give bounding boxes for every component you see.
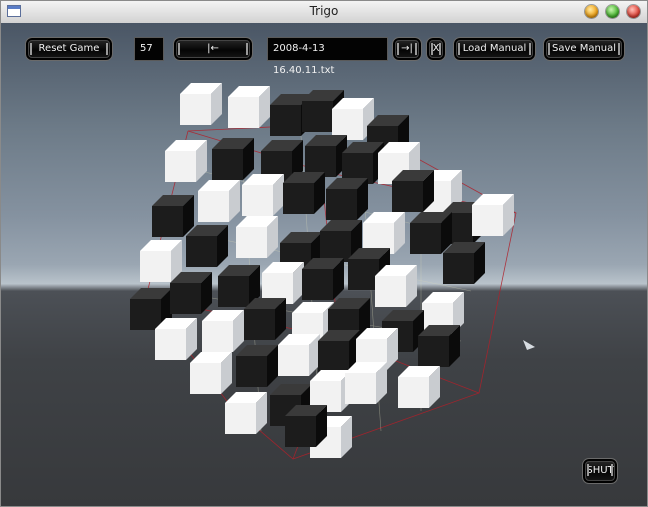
title-bar[interactable]: Trigo	[1, 1, 647, 24]
jump-end-button[interactable]: →|	[392, 37, 422, 61]
white-stone[interactable]	[140, 240, 182, 282]
save-manual-button[interactable]: Save Manual	[543, 37, 625, 61]
white-stone[interactable]	[190, 352, 232, 394]
white-stone[interactable]	[345, 362, 387, 404]
white-stone[interactable]	[375, 265, 417, 307]
black-stone[interactable]	[283, 172, 325, 214]
black-stone[interactable]	[236, 345, 278, 387]
load-manual-button[interactable]: Load Manual	[453, 37, 536, 61]
black-stone[interactable]	[418, 325, 460, 367]
manual-filename-field[interactable]: 2008-4-13 16.40.11.txt	[267, 37, 388, 76]
clear-button[interactable]: X	[426, 37, 446, 61]
game-viewport[interactable]: Reset Game 57 |← 2008-4-13 16.40.11.txt …	[1, 23, 647, 506]
black-stone[interactable]	[410, 212, 452, 254]
shut-button[interactable]: SHUT	[582, 458, 618, 484]
app-window: Trigo Reset Game 57 |← 2008-4-13 16.40.1…	[0, 0, 648, 507]
white-stone[interactable]	[228, 86, 270, 128]
black-stone[interactable]	[212, 138, 254, 180]
step-back-button[interactable]: |←	[173, 37, 253, 61]
white-stone[interactable]	[225, 392, 267, 434]
black-stone[interactable]	[326, 178, 368, 220]
black-stone[interactable]	[342, 142, 384, 184]
white-stone[interactable]	[363, 212, 405, 254]
white-stone[interactable]	[180, 83, 222, 125]
black-stone[interactable]	[170, 272, 212, 314]
white-stone[interactable]	[398, 366, 440, 408]
white-stone[interactable]	[278, 334, 320, 376]
trigo-board-3d[interactable]	[1, 23, 647, 506]
close-button[interactable]	[627, 5, 640, 18]
reset-game-button[interactable]: Reset Game	[25, 37, 113, 61]
maximize-button[interactable]	[606, 5, 619, 18]
black-stone[interactable]	[443, 242, 485, 284]
black-stone[interactable]	[392, 170, 434, 212]
black-stone[interactable]	[152, 195, 194, 237]
move-count-display: 57	[134, 37, 164, 61]
white-stone[interactable]	[155, 318, 197, 360]
white-stone[interactable]	[165, 140, 207, 182]
white-stone[interactable]	[242, 174, 284, 216]
black-stone[interactable]	[285, 405, 327, 447]
minimize-button[interactable]	[585, 5, 598, 18]
black-stone[interactable]	[305, 135, 347, 177]
stones-layer[interactable]	[130, 83, 514, 458]
white-stone[interactable]	[202, 310, 244, 352]
cursor-arrow-icon	[523, 340, 535, 350]
black-stone[interactable]	[302, 258, 344, 300]
black-stone[interactable]	[244, 298, 286, 340]
black-stone[interactable]	[186, 225, 228, 267]
white-stone[interactable]	[472, 194, 514, 236]
window-title: Trigo	[309, 4, 339, 18]
white-stone[interactable]	[236, 216, 278, 258]
white-stone[interactable]	[198, 180, 240, 222]
white-stone[interactable]	[262, 262, 304, 304]
